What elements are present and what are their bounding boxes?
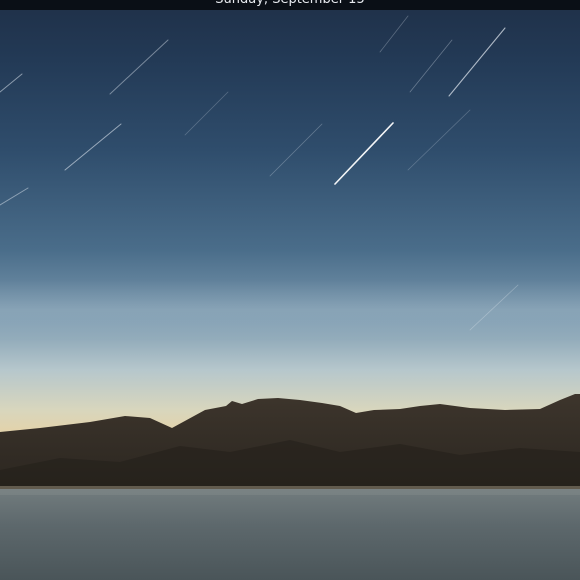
lock-screen-date: Sunday, September 15 xyxy=(0,0,580,8)
wallpaper-landscape xyxy=(0,15,580,580)
lake-water xyxy=(0,489,580,580)
status-bar: Sunday, September 15 xyxy=(0,0,580,10)
star-trails xyxy=(0,15,519,331)
lock-screen: Sunday, September 15 xyxy=(0,0,580,580)
